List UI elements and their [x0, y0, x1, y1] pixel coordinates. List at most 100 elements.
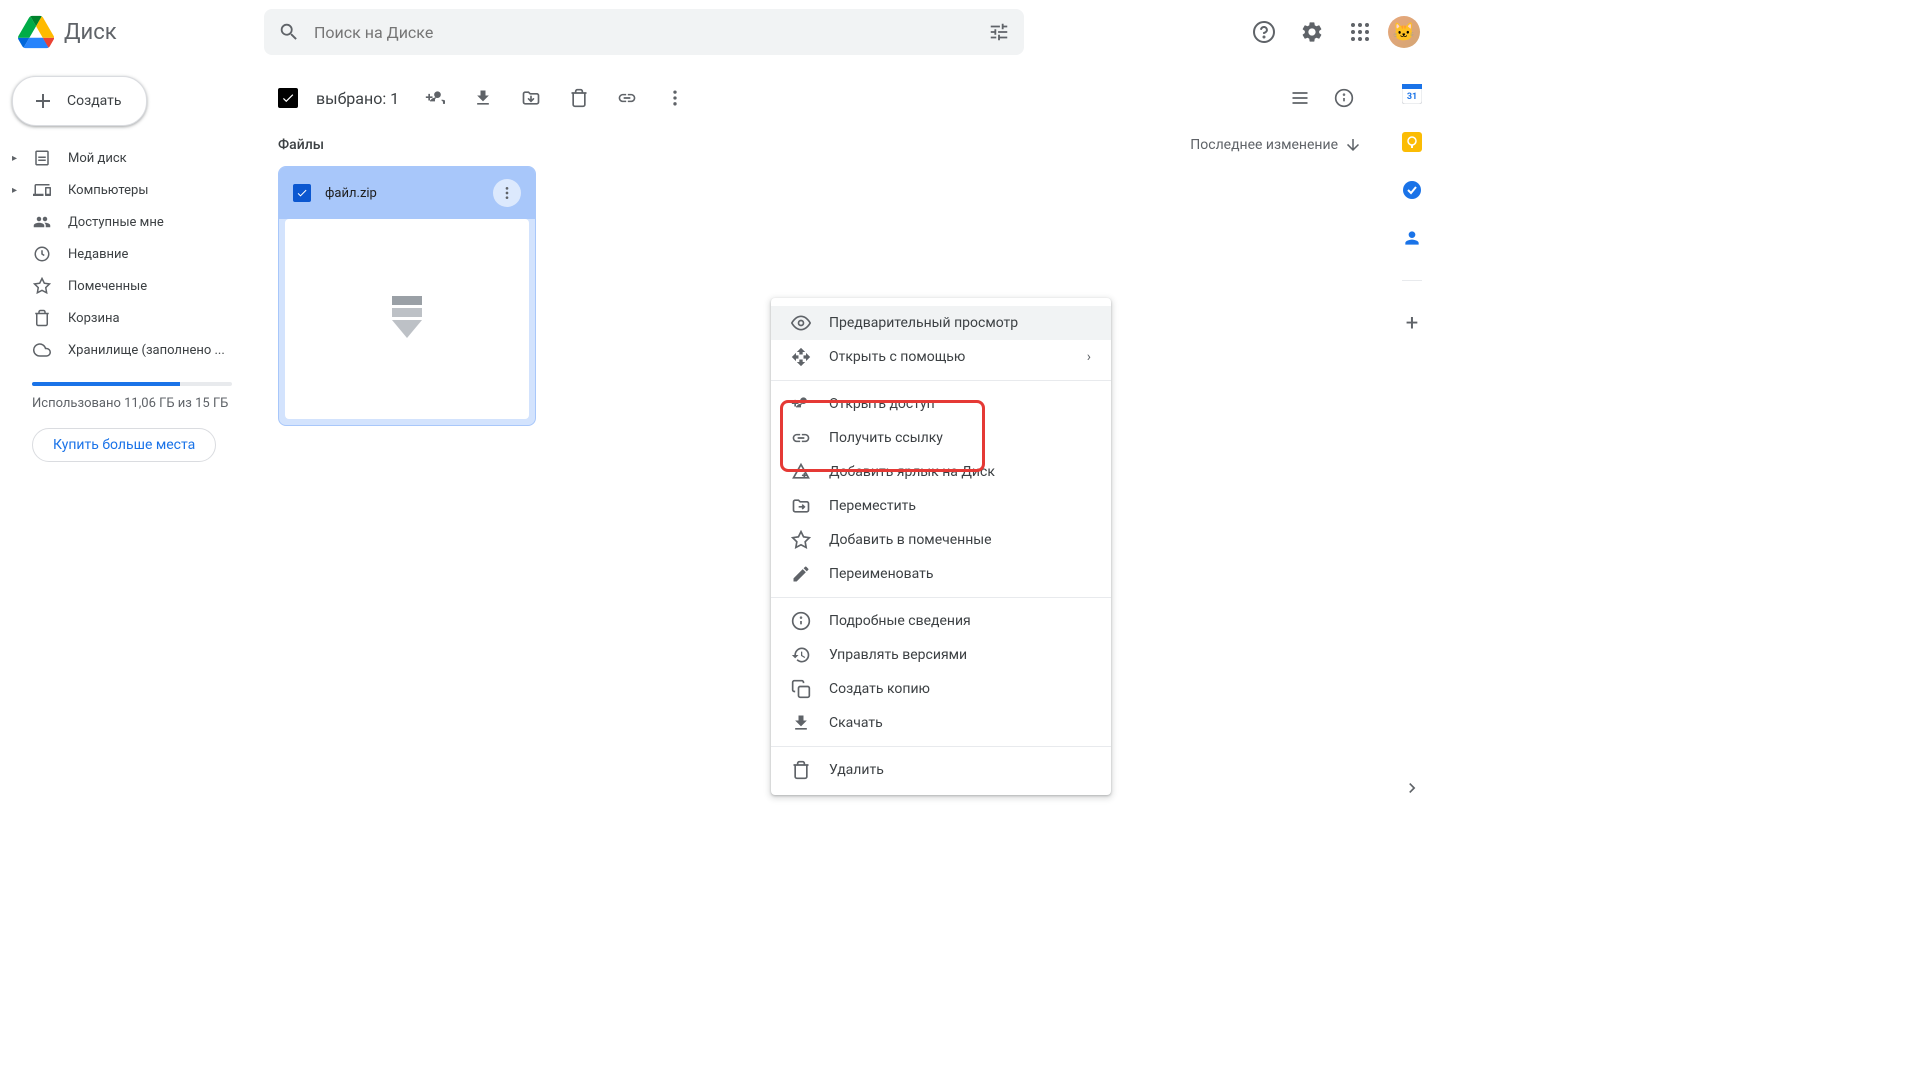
ctx-move[interactable]: Переместить	[771, 489, 1111, 523]
drive-logo-icon	[16, 12, 56, 52]
cloud-icon	[32, 340, 52, 360]
ctx-label: Получить ссылку	[829, 430, 943, 446]
sidebar-item-my-drive[interactable]: ▸ Мой диск	[8, 142, 244, 174]
apps-icon[interactable]	[1340, 12, 1380, 52]
avatar[interactable]: 🐱	[1388, 16, 1420, 48]
info-button[interactable]	[1324, 78, 1364, 118]
sidebar-item-computers[interactable]: ▸ Компьютеры	[8, 174, 244, 206]
people-icon	[32, 212, 52, 232]
ctx-label: Добавить в помеченные	[829, 532, 992, 548]
file-checkbox[interactable]	[293, 184, 311, 202]
copy-icon	[791, 679, 811, 699]
rename-icon	[791, 564, 811, 584]
selection-count: выбрано: 1	[316, 89, 399, 108]
create-button[interactable]: Создать	[12, 76, 147, 126]
ctx-preview[interactable]: Предварительный просмотр	[771, 306, 1111, 340]
side-panel: 31 +	[1384, 64, 1440, 810]
ctx-label: Переместить	[829, 498, 916, 514]
person-add-icon	[791, 394, 811, 414]
ctx-label: Предварительный просмотр	[829, 315, 1018, 331]
delete-button[interactable]	[559, 78, 599, 118]
storage-bar	[32, 382, 232, 386]
ctx-label: Переименовать	[829, 566, 934, 582]
ctx-share[interactable]: Открыть доступ	[771, 387, 1111, 421]
eye-icon	[791, 313, 811, 333]
more-button[interactable]	[655, 78, 695, 118]
ctx-label: Открыть с помощью	[829, 349, 965, 365]
tune-icon[interactable]	[988, 21, 1010, 43]
logo-area[interactable]: Диск	[16, 12, 264, 52]
file-header: файл.zip	[279, 167, 535, 219]
buy-storage-button[interactable]: Купить больше места	[32, 428, 216, 462]
ctx-copy[interactable]: Создать копию	[771, 672, 1111, 706]
sidebar-item-trash[interactable]: Корзина	[8, 302, 244, 334]
ctx-label: Управлять версиями	[829, 647, 967, 663]
ctx-rename[interactable]: Переименовать	[771, 557, 1111, 591]
file-more-button[interactable]	[493, 179, 521, 207]
svg-text:31: 31	[1407, 92, 1417, 102]
info-icon	[791, 611, 811, 631]
collapse-panel-button[interactable]	[1402, 778, 1422, 798]
nav-label: Компьютеры	[68, 183, 148, 198]
product-name: Диск	[64, 20, 117, 45]
history-icon	[791, 645, 811, 665]
ctx-star[interactable]: Добавить в помеченные	[771, 523, 1111, 557]
sidebar-item-storage[interactable]: Хранилище (заполнено ...	[8, 334, 244, 366]
sidebar: Создать ▸ Мой диск ▸ Компьютеры Доступны…	[0, 64, 256, 810]
section-title: Файлы	[278, 137, 324, 153]
ctx-versions[interactable]: Управлять версиями	[771, 638, 1111, 672]
drive-icon	[32, 148, 52, 168]
selection-checkbox[interactable]	[278, 88, 298, 108]
file-card[interactable]: файл.zip	[278, 166, 536, 426]
star-icon	[32, 276, 52, 296]
nav-label: Доступные мне	[68, 215, 164, 230]
search-bar[interactable]	[264, 9, 1024, 55]
download-icon	[791, 713, 811, 733]
separator	[771, 380, 1111, 381]
divider	[1402, 280, 1422, 281]
move-button[interactable]	[511, 78, 551, 118]
star-icon	[791, 530, 811, 550]
share-button[interactable]	[415, 78, 455, 118]
sidebar-item-recent[interactable]: Недавние	[8, 238, 244, 270]
ctx-label: Добавить ярлык на Диск	[829, 464, 995, 480]
drive-shortcut-icon	[791, 462, 811, 482]
download-button[interactable]	[463, 78, 503, 118]
tasks-icon[interactable]	[1402, 180, 1422, 200]
nav-label: Корзина	[68, 311, 120, 326]
link-icon	[791, 428, 811, 448]
keep-icon[interactable]	[1402, 132, 1422, 152]
header-actions: 🐱	[1244, 12, 1424, 52]
chevron-right-icon: ▸	[12, 185, 17, 196]
search-input[interactable]	[314, 23, 974, 42]
nav-label: Хранилище (заполнено ...	[68, 343, 225, 358]
sidebar-item-shared[interactable]: Доступные мне	[8, 206, 244, 238]
sort-control[interactable]: Последнее изменение	[1190, 136, 1362, 154]
contacts-icon[interactable]	[1402, 228, 1422, 248]
main-content: выбрано: 1 Файлы Последнее изменение	[256, 64, 1384, 810]
help-icon[interactable]	[1244, 12, 1284, 52]
section-header: Файлы Последнее изменение	[256, 132, 1384, 166]
ctx-get-link[interactable]: Получить ссылку	[771, 421, 1111, 455]
ctx-label: Подробные сведения	[829, 613, 971, 629]
ctx-add-shortcut[interactable]: Добавить ярлык на Диск	[771, 455, 1111, 489]
search-container	[264, 9, 1024, 55]
calendar-icon[interactable]: 31	[1402, 84, 1422, 104]
link-button[interactable]	[607, 78, 647, 118]
sort-label: Последнее изменение	[1190, 137, 1338, 153]
settings-icon[interactable]	[1292, 12, 1332, 52]
ctx-download[interactable]: Скачать	[771, 706, 1111, 740]
list-view-button[interactable]	[1280, 78, 1320, 118]
clock-icon	[32, 244, 52, 264]
ctx-details[interactable]: Подробные сведения	[771, 604, 1111, 638]
ctx-label: Удалить	[829, 762, 884, 778]
ctx-open-with[interactable]: Открыть с помощью ›	[771, 340, 1111, 374]
file-name: файл.zip	[325, 186, 479, 201]
ctx-delete[interactable]: Удалить	[771, 753, 1111, 787]
ctx-label: Создать копию	[829, 681, 930, 697]
chevron-right-icon: ›	[1087, 349, 1091, 365]
search-icon	[278, 21, 300, 43]
add-addon-button[interactable]: +	[1402, 313, 1422, 333]
sidebar-item-starred[interactable]: Помеченные	[8, 270, 244, 302]
zip-icon	[389, 293, 425, 345]
